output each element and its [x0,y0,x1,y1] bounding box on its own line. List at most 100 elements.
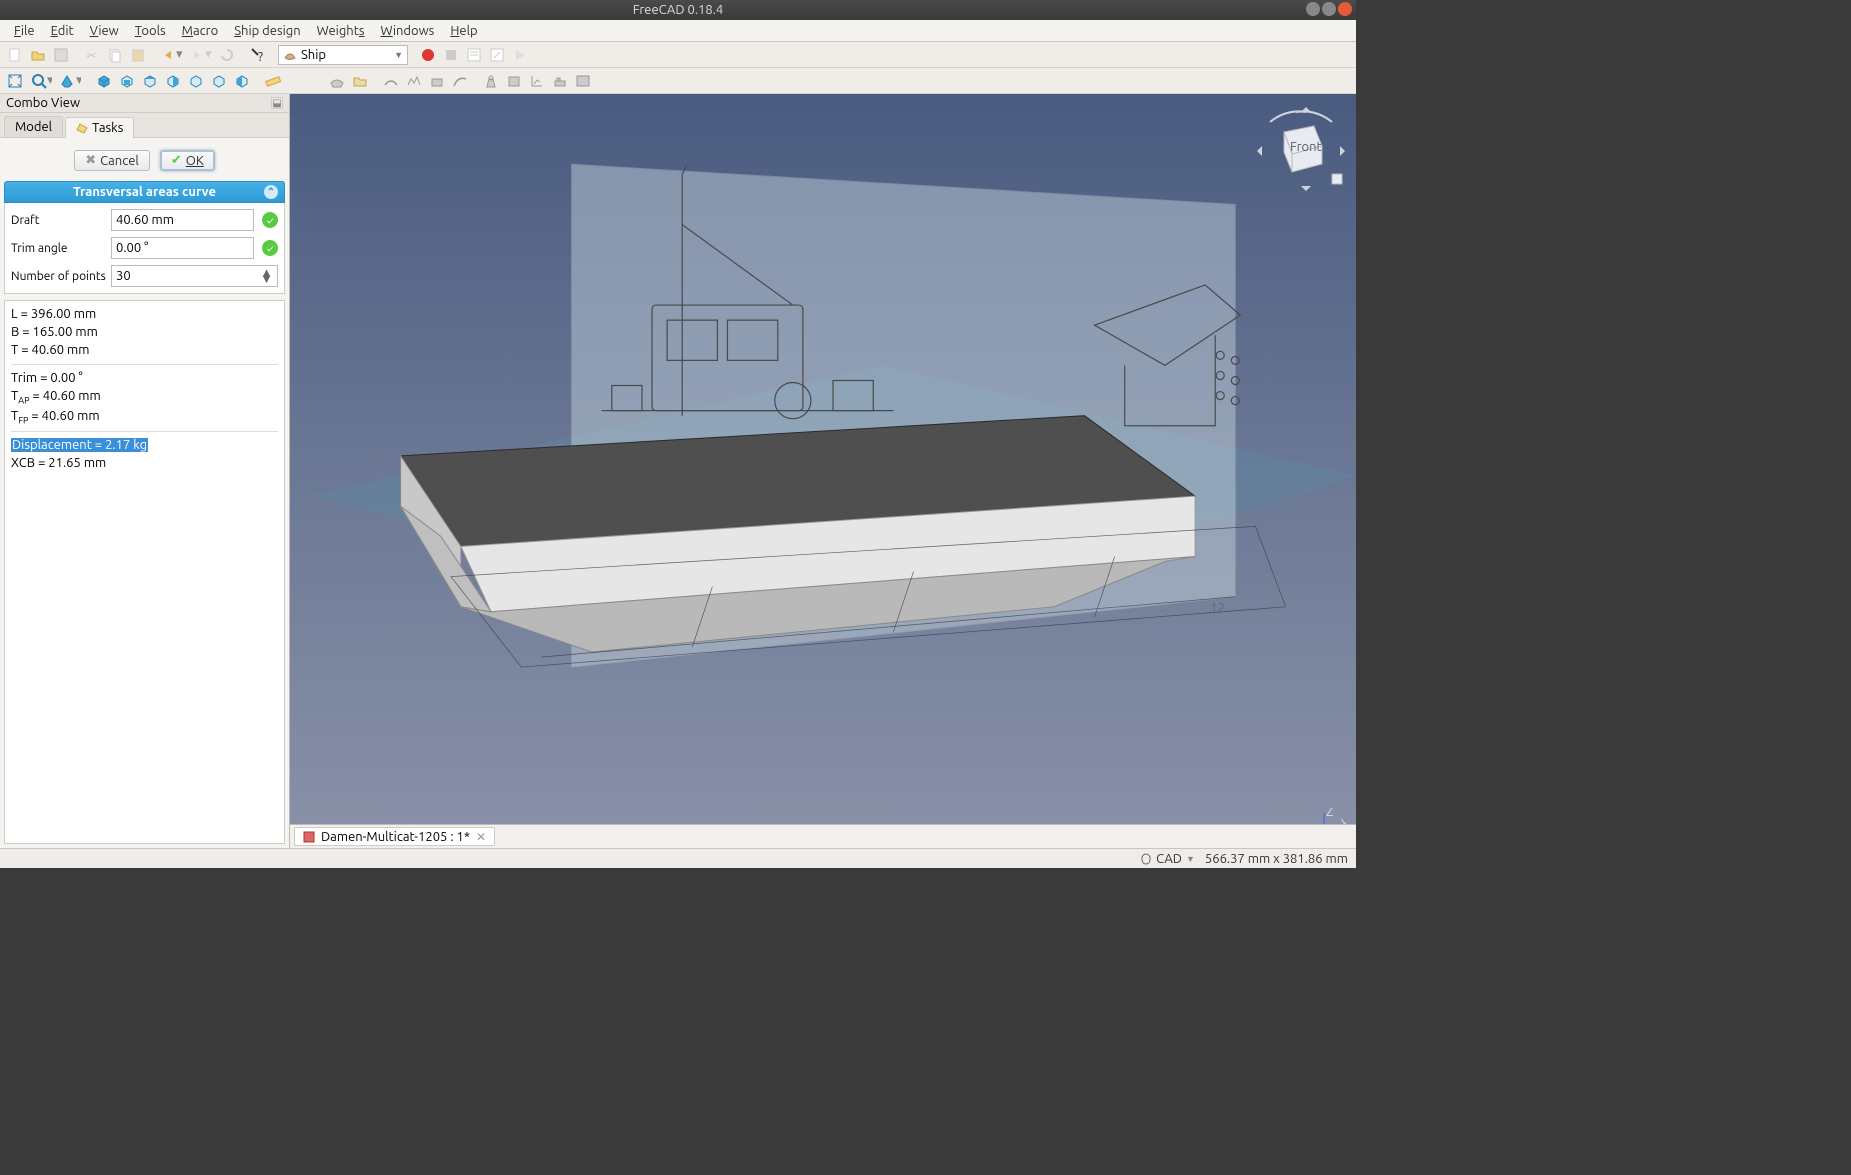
trim-valid-icon: ✓ [262,240,278,256]
right-view-icon[interactable] [162,70,184,92]
window-title-bar: FreeCAD 0.18.4 [0,0,1356,20]
document-tab-bar: Damen-Multicat-1205 : 1* ✕ [290,824,1356,848]
window-close-button[interactable] [1338,2,1352,16]
top-view-icon[interactable] [139,70,161,92]
sidebar-title: Combo View ⬓ [0,94,289,113]
redo-icon[interactable]: ▾ [187,44,215,66]
svg-text:Z: Z [1326,808,1333,819]
3d-viewport[interactable]: 12 Front [290,94,1356,848]
status-coordinates: 566.37 mm x 381.86 mm [1205,852,1348,866]
results-box: L = 396.00 mm B = 165.00 mm T = 40.60 mm… [4,300,285,844]
doc-icon [303,831,315,843]
result-trim: Trim = 0.00 ° [11,369,278,387]
menu-help[interactable]: Help [442,22,485,40]
menu-edit[interactable]: Edit [43,22,82,40]
menu-bar: File Edit View Tools Macro Ship design W… [0,20,1356,42]
menu-tools[interactable]: Tools [127,22,174,40]
result-displacement: Displacement = 2.17 kg [11,436,278,454]
trim-label: Trim angle [11,242,107,255]
front-view-icon[interactable] [116,70,138,92]
window-minimize-button[interactable] [1306,2,1320,16]
document-tab[interactable]: Damen-Multicat-1205 : 1* ✕ [294,827,495,846]
cut-icon[interactable]: ✂ [81,44,103,66]
tank-icon[interactable] [503,70,525,92]
nav-style-selector[interactable]: CAD ▼ [1140,852,1195,866]
window-title: FreeCAD 0.18.4 [633,3,723,17]
result-beam: B = 165.00 mm [11,323,278,341]
ship-areas-icon[interactable] [403,70,425,92]
close-tab-icon[interactable]: ✕ [476,830,486,844]
svg-text:✂: ✂ [86,49,97,63]
task-panel-header[interactable]: Transversal areas curve ⌃ [4,181,285,203]
paste-icon[interactable] [127,44,149,66]
rear-view-icon[interactable] [185,70,207,92]
draft-valid-icon: ✓ [262,212,278,228]
menu-macro[interactable]: Macro [174,22,227,40]
weight-icon[interactable] [480,70,502,92]
fit-all-icon[interactable] [4,70,26,92]
menu-view[interactable]: View [82,22,127,40]
ship-curve-icon[interactable] [449,70,471,92]
macro-play-icon[interactable] [509,44,531,66]
viewport-dimension-label: 12 [1210,601,1225,615]
window-maximize-button[interactable] [1322,2,1336,16]
refresh-icon[interactable] [216,44,238,66]
menu-windows[interactable]: Windows [373,22,443,40]
save-doc-icon[interactable] [50,44,72,66]
load-condition-icon[interactable] [549,70,571,92]
ok-icon: ✔ [171,153,182,168]
macro-record-icon[interactable] [417,44,439,66]
collapse-icon[interactable]: ⌃ [264,185,278,199]
result-tfp: TFP = 40.60 mm [11,407,278,427]
status-bar: CAD ▼ 566.37 mm x 381.86 mm [0,848,1356,868]
points-spinner[interactable]: ▲▼ [260,270,273,282]
tab-tasks[interactable]: Tasks [65,117,134,138]
ship-create-icon[interactable] [349,70,371,92]
workbench-label: Ship [301,48,326,62]
open-doc-icon[interactable] [27,44,49,66]
svg-text:?: ? [258,50,263,63]
result-draft: T = 40.60 mm [11,341,278,359]
cancel-button[interactable]: ✖ Cancel [74,150,150,171]
menu-shipdesign[interactable]: Ship design [226,22,308,40]
bottom-view-icon[interactable] [208,70,230,92]
whats-this-icon[interactable]: ? [247,44,269,66]
capacity-icon[interactable] [526,70,548,92]
toolbar-file: ✂ ▾ ▾ ? Ship ▼ [0,42,1356,68]
viewport-scene: 12 [290,94,1356,848]
ship-outline-icon[interactable] [380,70,402,92]
trim-input[interactable]: 0.00 ° [111,237,254,259]
iso-view-icon[interactable] [93,70,115,92]
ship-hydro-icon[interactable] [426,70,448,92]
tasks-tab-icon [76,122,88,134]
sidebar-pin-icon[interactable]: ⬓ [271,97,283,109]
macro-edit-icon[interactable] [486,44,508,66]
tab-model[interactable]: Model [4,116,63,137]
svg-text:▾: ▾ [47,73,52,87]
workbench-selector[interactable]: Ship ▼ [278,45,408,65]
svg-text:▾: ▾ [176,47,183,61]
ok-button[interactable]: ✔ OK [160,150,215,171]
draft-input[interactable]: 40.60 mm [111,209,254,231]
task-panel-body: Draft 40.60 mm ✓ Trim angle 0.00 ° ✓ Num… [4,203,285,294]
draw-style-icon[interactable]: ▾ [56,70,84,92]
macro-stop-icon[interactable] [440,44,462,66]
ship-load-example-icon[interactable] [326,70,348,92]
cancel-icon: ✖ [85,153,96,168]
new-doc-icon[interactable] [4,44,26,66]
menu-file[interactable]: File [6,22,43,40]
measure-icon[interactable] [262,70,284,92]
gz-icon[interactable] [572,70,594,92]
navigation-cube[interactable]: Front [1256,104,1346,194]
points-input[interactable]: 30 ▲▼ [111,265,278,287]
copy-icon[interactable] [104,44,126,66]
points-label: Number of points [11,270,107,283]
undo-icon[interactable]: ▾ [158,44,186,66]
result-xcb: XCB = 21.65 mm [11,454,278,472]
svg-text:Front: Front [1290,140,1322,154]
macro-list-icon[interactable] [463,44,485,66]
left-view-icon[interactable] [231,70,253,92]
result-tap: TAP = 40.60 mm [11,387,278,407]
fit-selection-icon[interactable]: ▾ [27,70,55,92]
menu-weights[interactable]: Weights [309,22,373,40]
